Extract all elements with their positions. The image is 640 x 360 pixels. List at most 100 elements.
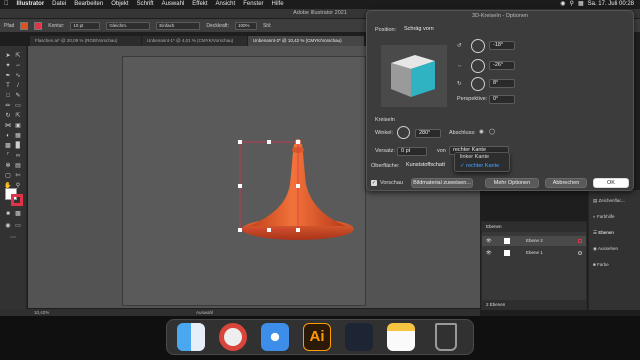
position-select[interactable]: Schräg vorn [401, 26, 465, 35]
layer-name[interactable]: Ebene 2 [526, 236, 543, 246]
free-transform-icon[interactable]: ▣ [14, 122, 22, 130]
menu-fenster[interactable]: Fenster [239, 0, 267, 9]
map-art-button[interactable]: Bildmaterial zuweisen... [411, 178, 473, 188]
menu-datei[interactable]: Datei [48, 0, 70, 9]
eyedropper-icon[interactable]: ⌜ [4, 152, 12, 160]
apple-menu-icon[interactable]:  [0, 0, 13, 9]
control-center-icon[interactable]: ▦ [578, 0, 584, 9]
davinci-resolve-icon[interactable] [345, 323, 373, 351]
angle-dial[interactable] [397, 126, 410, 139]
brush-select[interactable]: Einfach [156, 21, 201, 30]
graph-tool-icon[interactable]: ▤ [14, 162, 22, 170]
line-tool-icon[interactable]: / [14, 82, 22, 90]
stroke-color-icon[interactable] [11, 194, 23, 206]
type-tool-icon[interactable]: T [4, 82, 12, 90]
selection-tool-icon[interactable]: ➤ [4, 52, 12, 60]
slice-tool-icon[interactable]: ✄ [14, 172, 22, 180]
menu-effekt[interactable]: Effekt [188, 0, 211, 9]
ok-button[interactable]: OK [593, 178, 629, 188]
angle-field[interactable]: 280° [415, 129, 441, 138]
layer-row[interactable]: 👁 Ebene 1 [482, 248, 586, 258]
magic-wand-icon[interactable]: ✦ [4, 62, 12, 70]
curvature-tool-icon[interactable]: ∿ [14, 72, 22, 80]
notes-icon[interactable] [387, 323, 415, 351]
scale-tool-icon[interactable]: ⇱ [14, 112, 22, 120]
stroke-swatch[interactable] [34, 21, 43, 30]
menu-hilfe[interactable]: Hilfe [268, 0, 288, 9]
direct-selection-tool-icon[interactable]: ⇱ [14, 52, 22, 60]
artboard-tool-icon[interactable]: ▢ [4, 172, 12, 180]
clock[interactable]: Sa. 17. Juli 00:28 [588, 0, 634, 9]
gradient-mode-icon[interactable]: ▩ [14, 210, 22, 218]
symbol-sprayer-icon[interactable]: ✻ [4, 162, 12, 170]
panel-color[interactable]: ■ Farbe [593, 262, 609, 267]
bottle-3d-shape[interactable] [230, 136, 362, 246]
eraser-icon[interactable]: ▭ [14, 102, 22, 110]
lasso-icon[interactable]: ∽ [14, 62, 22, 70]
zoom-level[interactable]: 10,42% [34, 309, 49, 316]
search-icon[interactable]: ⚲ [570, 0, 574, 9]
color-mode-icon[interactable]: ■ [4, 210, 12, 218]
panel-color-guide[interactable]: ◐ Farbhilfe [593, 214, 615, 219]
finder-icon[interactable] [177, 323, 205, 351]
shape-builder-icon[interactable]: ◐ [4, 132, 12, 140]
layer-target-icon[interactable] [578, 239, 582, 243]
tab-unbenannt-1[interactable]: Unbenannt-1* @ 4,01 % (CMYK/Vorschau) [142, 36, 248, 46]
menu-schrift[interactable]: Schrift [133, 0, 158, 9]
layers-panel-title[interactable]: Ebenen [482, 222, 586, 232]
draw-mode-icon[interactable]: ◉ [4, 222, 12, 230]
cap-off-icon[interactable]: ◯ [489, 129, 495, 135]
menu-ansicht[interactable]: Ansicht [212, 0, 240, 9]
rectangle-tool-icon[interactable]: □ [4, 92, 12, 100]
stroke-weight-field[interactable]: 10 pt [70, 21, 101, 30]
cap-on-icon[interactable]: ◉ [479, 129, 484, 135]
width-tool-icon[interactable]: ⋈ [4, 122, 12, 130]
panel-layers[interactable]: ☰ Ebenen [593, 230, 614, 236]
surface-select[interactable]: Kunststoffschatt [403, 162, 449, 171]
fill-swatch[interactable] [20, 21, 29, 30]
pen-tool-icon[interactable]: ✒ [4, 72, 12, 80]
rotate-y-field[interactable]: -26° [489, 61, 515, 70]
option-left-edge[interactable]: linker Kante [455, 153, 509, 162]
menu-illustrator[interactable]: Illustrator [13, 0, 49, 9]
layer-name[interactable]: Ebene 1 [526, 248, 543, 258]
eye-icon[interactable]: 👁 [486, 248, 492, 258]
eye-icon[interactable]: 👁 [486, 236, 492, 246]
rotate-x-field[interactable]: -18° [489, 41, 515, 50]
blend-tool-icon[interactable]: ∞ [14, 152, 22, 160]
panel-artboards[interactable]: ▤ Zeichenflac... [593, 198, 625, 204]
position-cube-preview[interactable] [381, 45, 447, 107]
option-right-edge[interactable]: ✓ rechter Kante [455, 162, 509, 171]
preview-checkbox[interactable]: ✓ [371, 180, 377, 186]
panel-appearance[interactable]: ◉ Aussehen [593, 246, 618, 252]
more-tools-icon[interactable]: ⋯ [9, 234, 17, 242]
paintbrush-icon[interactable]: ✎ [14, 92, 22, 100]
current-tool[interactable]: Auswahl [196, 309, 213, 316]
layer-target-icon[interactable] [578, 251, 582, 255]
rotate-z-field[interactable]: 8° [489, 79, 515, 88]
opacity-field[interactable]: 100% [234, 21, 257, 30]
pencil-icon[interactable]: ✏ [4, 102, 12, 110]
cancel-button[interactable]: Abbrechen [545, 178, 587, 188]
gradient-tool-icon[interactable]: ▉ [14, 142, 22, 150]
chrome-icon[interactable] [219, 323, 247, 351]
menu-bearbeiten[interactable]: Bearbeiten [70, 0, 107, 9]
wifi-icon[interactable]: ◉ [560, 0, 565, 9]
screen-mode-icon[interactable]: ▭ [14, 222, 22, 230]
more-options-button[interactable]: Mehr Optionen [485, 178, 539, 188]
rotate-x-dial[interactable] [471, 39, 485, 53]
rotate-tool-icon[interactable]: ↻ [4, 112, 12, 120]
perspective-grid-icon[interactable]: ▦ [14, 132, 22, 140]
offset-field[interactable]: 0 pt [397, 147, 427, 156]
mesh-tool-icon[interactable]: ▩ [4, 142, 12, 150]
perspective-field[interactable]: 0° [489, 95, 515, 104]
safari-icon[interactable] [261, 323, 289, 351]
tab-flaschen[interactable]: Flaschen.ai* @ 20,08 % (RGB/Vorschau) [30, 36, 142, 46]
rotate-y-dial[interactable] [471, 59, 485, 73]
rotate-z-dial[interactable] [471, 77, 485, 91]
stroke-profile-select[interactable]: Gleichm. [106, 21, 151, 30]
illustrator-icon[interactable]: Ai [303, 323, 331, 351]
menu-objekt[interactable]: Objekt [107, 0, 132, 9]
tab-unbenannt-2[interactable]: Unbenannt-2* @ 10,42 % (CMYK/Vorschau) [248, 36, 365, 46]
layer-row[interactable]: 👁 Ebene 2 [482, 236, 586, 246]
